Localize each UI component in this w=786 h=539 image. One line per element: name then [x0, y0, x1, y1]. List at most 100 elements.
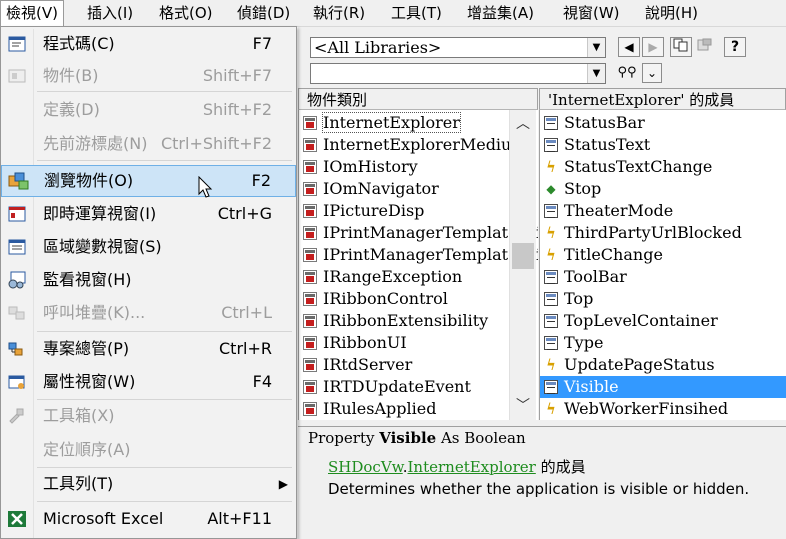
search-button[interactable]: ⚲⚲: [616, 63, 638, 83]
menu-item-properties-window[interactable]: 屬性視窗(W) F4: [1, 369, 296, 395]
classes-scrollbar[interactable]: ︿ ﹀: [509, 110, 536, 420]
member-list-item[interactable]: Top: [540, 288, 786, 310]
member-list-item[interactable]: ϟ WebWorkerFinsihed: [540, 398, 786, 420]
menu-item-call-stack[interactable]: 呼叫堆疊(K)... Ctrl+L: [1, 300, 296, 326]
submenu-arrow-icon: ▶: [278, 477, 288, 491]
back-button[interactable]: ◀: [618, 37, 640, 57]
menu-item-tab-order[interactable]: 定位順序(A): [1, 437, 296, 463]
member-list-item[interactable]: StatusText: [540, 134, 786, 156]
class-list-item[interactable]: IOmHistory: [299, 156, 538, 178]
menu-item-label: 程式碼(C): [43, 34, 115, 53]
library-link[interactable]: SHDocVw: [328, 458, 403, 476]
member-description: Determines whether the application is vi…: [328, 480, 750, 498]
member-list-item[interactable]: TopLevelContainer: [540, 310, 786, 332]
class-module-icon: [303, 116, 317, 130]
class-list-item[interactable]: IRtdServer: [299, 354, 538, 376]
menu-tools[interactable]: 工具(T): [386, 0, 447, 27]
menu-item-locals-window[interactable]: 區域變數視窗(S): [1, 234, 296, 260]
property-icon: [544, 292, 558, 306]
copy-button[interactable]: [670, 37, 692, 57]
class-list-item[interactable]: IRibbonUI: [299, 332, 538, 354]
member-name: StatusTextChange: [564, 157, 713, 176]
members-list[interactable]: StatusBar StatusText ϟ StatusTextChange ◆ Sto…: [539, 110, 786, 420]
copy-icon: [673, 38, 688, 52]
class-list-item[interactable]: IPrintManagerTemplatePri: [299, 222, 538, 244]
menu-item-watch-window[interactable]: 監看視窗(H): [1, 267, 296, 293]
member-list-item[interactable]: StatusBar: [540, 112, 786, 134]
class-name: IRibbonExtensibility: [323, 311, 489, 330]
property-icon: [544, 138, 558, 152]
view-menu-dropdown: 程式碼(C) F7 物件(B) Shift+F7 定義(D) Shift+F2 …: [0, 26, 297, 539]
menu-item-microsoft-excel[interactable]: Microsoft Excel Alt+F11: [1, 506, 296, 532]
chevron-down-icon[interactable]: ▼: [587, 38, 605, 57]
member-list-item[interactable]: Visible: [540, 376, 786, 398]
menu-item-toolbars[interactable]: 工具列(T) ▶: [1, 471, 296, 497]
menu-item-toolbox[interactable]: 工具箱(X): [1, 403, 296, 429]
class-list-item[interactable]: InternetExplorerMedium: [299, 134, 538, 156]
member-list-item[interactable]: ToolBar: [540, 266, 786, 288]
scroll-thumb[interactable]: [512, 243, 534, 269]
class-name: InternetExplorerMedium: [323, 135, 527, 154]
signature-type: As Boolean: [440, 429, 526, 447]
class-link[interactable]: InternetExplorer: [408, 458, 536, 476]
class-list-item[interactable]: IPictureDisp: [299, 200, 538, 222]
class-list-item[interactable]: IRTDUpdateEvent: [299, 376, 538, 398]
member-name: WebWorkerFinsihed: [564, 399, 729, 418]
watch-window-icon: [7, 271, 27, 289]
menu-item-project-explorer[interactable]: 專案總管(P) Ctrl+R: [1, 336, 296, 362]
view-definition-button[interactable]: [694, 37, 716, 57]
menu-item-object-browser[interactable]: 瀏覽物件(O) F2: [1, 165, 296, 198]
member-list-item[interactable]: TheaterMode: [540, 200, 786, 222]
chevron-down-icon[interactable]: ▼: [587, 64, 605, 83]
menu-debug[interactable]: 偵錯(D): [232, 0, 295, 27]
details-pane: Property Visible As Boolean SHDocVw.Inte…: [298, 426, 786, 539]
class-list-item[interactable]: IOmNavigator: [299, 178, 538, 200]
menu-help[interactable]: 說明(H): [640, 0, 703, 27]
menu-view[interactable]: 檢視(V): [0, 0, 64, 27]
class-list-item[interactable]: IRulesApplied: [299, 398, 538, 420]
class-list-item[interactable]: IRibbonExtensibility: [299, 310, 538, 332]
mouse-cursor-icon: [198, 176, 213, 198]
excel-icon: [7, 510, 27, 528]
menu-item-shortcut: Ctrl+G: [217, 204, 272, 223]
double-chevron-icon: ⌄: [646, 66, 658, 80]
property-icon: [544, 116, 558, 130]
menu-item-object[interactable]: 物件(B) Shift+F7: [1, 63, 296, 89]
member-name: StatusBar: [564, 113, 645, 132]
member-list-item[interactable]: ϟ TitleChange: [540, 244, 786, 266]
menu-addins[interactable]: 增益集(A): [462, 0, 539, 27]
menu-item-label: 工具列(T): [43, 474, 114, 493]
class-list-item[interactable]: InternetExplorer: [299, 112, 538, 134]
member-list-item[interactable]: ϟ UpdatePageStatus: [540, 354, 786, 376]
toggle-search-results-button[interactable]: ⌄: [642, 63, 662, 83]
menu-item-shortcut: Ctrl+Shift+F2: [160, 134, 272, 153]
event-lightning-icon: ϟ: [546, 246, 556, 264]
member-list-item[interactable]: ϟ StatusTextChange: [540, 156, 786, 178]
class-list-item[interactable]: IPrintManagerTemplatePri: [299, 244, 538, 266]
menu-run[interactable]: 執行(R): [308, 0, 370, 27]
class-list-item[interactable]: IRangeException: [299, 266, 538, 288]
class-list-item[interactable]: IRibbonControl: [299, 288, 538, 310]
help-button[interactable]: ?: [724, 37, 746, 57]
menu-item-code[interactable]: 程式碼(C) F7: [1, 31, 296, 57]
menu-item-label: 屬性視窗(W): [43, 372, 136, 391]
class-name: IOmNavigator: [323, 179, 439, 198]
member-list-item[interactable]: ◆ Stop: [540, 178, 786, 200]
menu-item-last-position[interactable]: 先前游標處(N) Ctrl+Shift+F2: [1, 131, 296, 157]
scroll-down-icon[interactable]: ﹀: [510, 396, 536, 416]
member-list-item[interactable]: Type: [540, 332, 786, 354]
class-module-icon: [303, 358, 317, 372]
search-combo[interactable]: ▼: [310, 63, 606, 84]
menu-window[interactable]: 視窗(W): [558, 0, 625, 27]
forward-button[interactable]: ▶: [642, 37, 664, 57]
menu-item-immediate-window[interactable]: 即時運算視窗(I) Ctrl+G: [1, 201, 296, 227]
scroll-up-icon[interactable]: ︿: [510, 114, 536, 134]
member-list-item[interactable]: ϟ ThirdPartyUrlBlocked: [540, 222, 786, 244]
menu-item-shortcut: Ctrl+L: [221, 303, 272, 322]
library-combo[interactable]: <All Libraries> ▼: [310, 37, 606, 58]
menu-item-definition[interactable]: 定義(D) Shift+F2: [1, 97, 296, 123]
member-signature: Property Visible As Boolean: [308, 429, 526, 447]
classes-list[interactable]: InternetExplorer InternetExplorerMedium IO…: [298, 110, 538, 420]
menu-insert[interactable]: 插入(I): [82, 0, 138, 27]
menu-format[interactable]: 格式(O): [154, 0, 218, 27]
